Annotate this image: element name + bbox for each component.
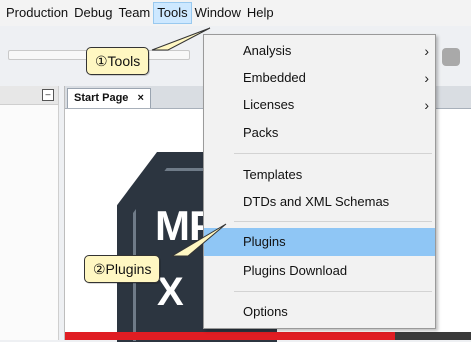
menu-item-packs[interactable]: Packs [204,119,435,147]
chevron-right-icon: › [424,97,429,113]
menu-item-plugins[interactable]: Plugins [204,228,435,256]
menu-separator [234,291,432,292]
brand-strip-dark [395,332,471,340]
tab-label: Start Page [74,92,129,104]
menu-item-templates[interactable]: Templates [204,161,435,189]
menu-item-label: Templates [243,167,303,182]
menu-item-licenses[interactable]: Licenses › [204,91,435,119]
menu-item-label: Licenses [243,97,295,112]
menu-team[interactable]: Team [115,2,153,24]
menu-item-label: Options [243,304,288,319]
menu-tools[interactable]: Tools [153,2,192,24]
menu-item-label: Embedded [243,70,306,85]
menu-item-label: Plugins Download [243,263,348,278]
menu-item-label: DTDs and XML Schemas [243,194,390,209]
tab-start-page[interactable]: Start Page × [67,88,151,108]
left-panel-header: – [0,86,58,105]
minimize-button[interactable]: – [42,89,54,101]
menu-item-embedded[interactable]: Embedded › [204,64,435,92]
close-icon[interactable]: × [137,92,143,104]
logo-x: X [157,270,184,314]
menu-help[interactable]: Help [244,2,277,24]
tools-callout: ①Tools [86,47,150,75]
chevron-right-icon: › [424,70,429,86]
plugins-callout: ②Plugins [84,255,161,283]
brand-strip [65,332,395,340]
menu-debug[interactable]: Debug [71,2,115,24]
toolbar-button-icon[interactable] [442,48,460,66]
menu-item-label: Analysis [243,43,292,58]
menu-item-label: Plugins [243,234,286,249]
menu-item-dtds-xml-schemas[interactable]: DTDs and XML Schemas [204,188,435,216]
menu-item-analysis[interactable]: Analysis › [204,37,435,65]
menu-item-label: Packs [243,125,279,140]
menu-item-plugins-download[interactable]: Plugins Download [204,257,435,285]
left-panel: – [0,86,59,340]
chevron-right-icon: › [424,43,429,59]
menu-item-options[interactable]: Options [204,298,435,326]
menu-window[interactable]: Window [192,2,244,24]
menu-separator [234,221,432,222]
menu-separator [234,153,432,154]
menu-bar: Production Debug Team Tools Window Help [0,0,471,26]
tools-menu-dropdown: Analysis › Embedded › Licenses › Packs T… [203,34,436,329]
menu-production[interactable]: Production [0,2,71,24]
